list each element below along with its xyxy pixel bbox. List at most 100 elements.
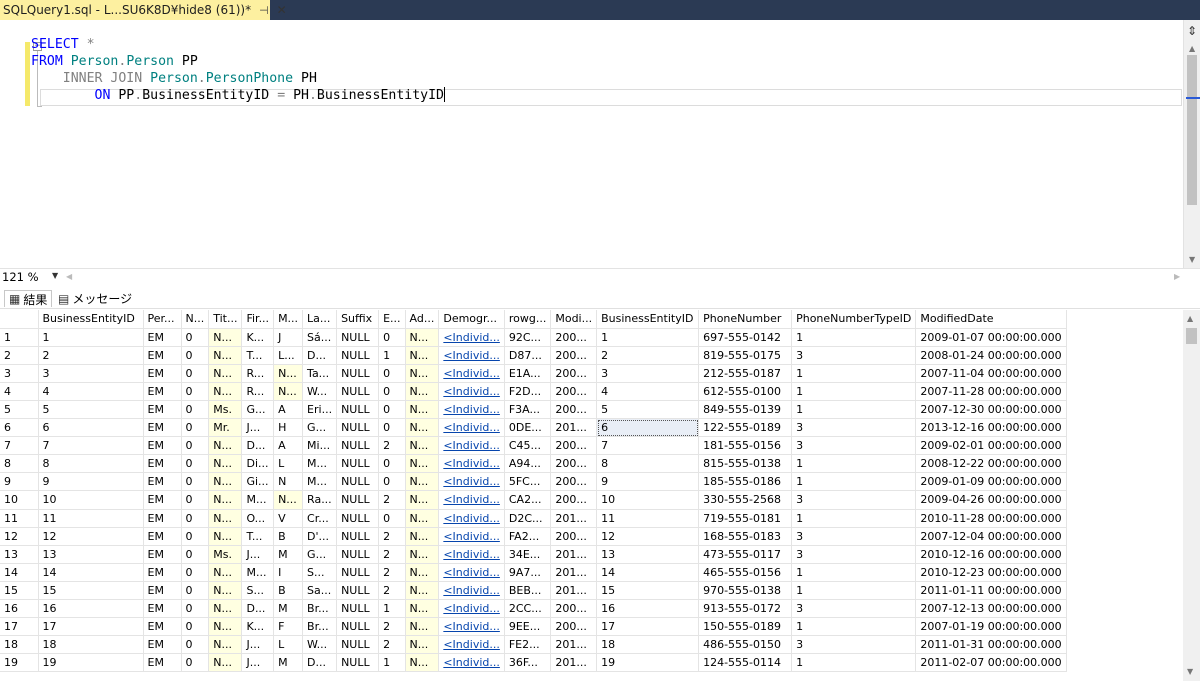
table-cell[interactable]: 200... [550, 599, 598, 619]
editor-scroll-thumb[interactable] [1187, 55, 1197, 205]
table-cell[interactable]: 15 [38, 581, 144, 601]
table-cell[interactable]: A94... [504, 454, 552, 474]
table-cell[interactable]: Cr... [302, 509, 338, 528]
table-cell[interactable]: B [273, 581, 304, 601]
table-cell[interactable]: 168-555-0183 [698, 527, 793, 546]
column-header[interactable]: PhoneNumberTypeID [791, 310, 917, 329]
scroll-up-icon[interactable]: ▲ [1187, 314, 1193, 323]
table-cell[interactable]: 2007-12-30 00:00:00.000 [915, 400, 1067, 420]
table-cell[interactable]: 815-555-0138 [698, 454, 793, 474]
table-cell[interactable]: 0 [181, 400, 210, 420]
table-cell[interactable]: 719-555-0181 [698, 509, 793, 528]
table-cell[interactable]: 2 [378, 436, 406, 456]
table-cell[interactable]: 0 [181, 599, 210, 619]
table-cell[interactable]: N... [273, 490, 304, 510]
table-cell[interactable]: 201... [550, 545, 598, 564]
table-cell[interactable]: 3 [38, 364, 144, 383]
code-line[interactable]: INNER JOIN Person.PersonPhone PH [31, 70, 445, 87]
table-cell[interactable]: J [273, 328, 304, 347]
table-cell[interactable]: Mr. [208, 418, 243, 438]
table-cell[interactable]: 201... [550, 581, 598, 601]
document-tab[interactable]: SQLQuery1.sql - L...SU6K8D¥hide8 (61))* … [0, 0, 287, 20]
row-number[interactable]: 7 [0, 436, 39, 456]
table-row[interactable]: 10 10 EM 0 N... M... N... Ra... NULL 2 N... <Indivi… [0, 490, 1067, 510]
table-cell[interactable]: 18 [596, 635, 700, 655]
table-cell[interactable]: D... [241, 599, 275, 619]
table-cell[interactable]: 6 [596, 418, 700, 438]
table-cell[interactable]: N... [405, 653, 440, 673]
table-cell[interactable]: 185-555-0186 [698, 472, 793, 492]
table-row[interactable]: 16 16 EM 0 N... D... M Br... NULL 1 N... <Individ..… [0, 599, 1067, 619]
table-cell[interactable]: <Individ... [438, 545, 505, 564]
table-cell[interactable]: 2010-11-28 00:00:00.000 [915, 509, 1067, 528]
table-cell[interactable]: 0 [378, 472, 406, 492]
table-cell[interactable]: M [273, 545, 304, 564]
table-cell[interactable]: 0 [181, 472, 210, 492]
table-cell[interactable]: R... [241, 364, 275, 383]
table-cell[interactable]: 9A7... [504, 563, 552, 582]
table-cell[interactable]: N... [405, 509, 440, 528]
table-cell[interactable]: 2013-12-16 00:00:00.000 [915, 418, 1067, 438]
table-cell[interactable]: 0 [181, 653, 210, 673]
table-cell[interactable]: 0 [181, 581, 210, 601]
table-cell[interactable]: BEB... [504, 581, 552, 601]
table-cell[interactable]: N... [405, 563, 440, 582]
table-cell[interactable]: 2009-01-07 00:00:00.000 [915, 328, 1067, 347]
close-icon[interactable]: ✕ [277, 3, 287, 17]
table-cell[interactable]: <Individ... [438, 364, 505, 383]
table-cell[interactable]: 200... [550, 454, 598, 474]
code-line[interactable]: FROM Person.Person PP [31, 53, 445, 70]
table-row[interactable]: 19 19 EM 0 N... J... M D... NULL 1 N... <Individ...… [0, 653, 1067, 673]
table-cell[interactable]: 0 [181, 545, 210, 564]
table-cell[interactable]: 3 [791, 527, 917, 546]
table-row[interactable]: 3 3 EM 0 N... R... N... Ta... NULL 0 N... <Individ.… [0, 364, 1067, 383]
table-cell[interactable]: 0 [181, 509, 210, 528]
table-row[interactable]: 1 1 EM 0 N... K... J Sá... NULL 0 N... <Individ... 9… [0, 328, 1067, 347]
column-header[interactable]: BusinessEntityID [596, 310, 700, 329]
table-cell[interactable]: 0 [378, 328, 406, 347]
table-cell[interactable]: Gi... [241, 472, 275, 492]
row-number[interactable]: 11 [0, 509, 39, 528]
table-cell[interactable]: Eri... [302, 400, 338, 420]
table-cell[interactable]: D2C... [504, 509, 552, 528]
table-cell[interactable]: 0 [378, 364, 406, 383]
table-cell[interactable]: <Individ... [438, 509, 505, 528]
table-cell[interactable]: 201... [550, 635, 598, 655]
table-cell[interactable]: NULL [336, 563, 380, 582]
table-cell[interactable]: 1 [791, 328, 917, 347]
column-header[interactable]: Per... [143, 310, 182, 329]
table-cell[interactable]: FA2... [504, 527, 552, 546]
table-cell[interactable]: 1 [378, 599, 406, 619]
table-cell[interactable]: NULL [336, 364, 380, 383]
table-cell[interactable]: 200... [550, 400, 598, 420]
table-cell[interactable]: W... [302, 635, 338, 655]
table-cell[interactable]: N... [208, 490, 243, 510]
table-cell[interactable]: N... [208, 472, 243, 492]
table-cell[interactable]: K... [241, 328, 275, 347]
table-cell[interactable]: <Individ... [438, 635, 505, 655]
table-cell[interactable]: 16 [596, 599, 700, 619]
table-cell[interactable]: 17 [596, 617, 700, 637]
row-number[interactable]: 3 [0, 364, 39, 383]
column-header[interactable]: M... [273, 310, 304, 329]
table-cell[interactable]: Ms. [208, 400, 243, 420]
table-cell[interactable]: 0 [181, 364, 210, 383]
table-cell[interactable]: 201... [550, 653, 598, 673]
scroll-down-icon[interactable]: ▼ [1187, 667, 1193, 676]
table-cell[interactable]: 0 [378, 418, 406, 438]
table-cell[interactable]: H [273, 418, 304, 438]
table-cell[interactable]: 2009-01-09 00:00:00.000 [915, 472, 1067, 492]
table-cell[interactable]: N... [405, 472, 440, 492]
table-row[interactable]: 18 18 EM 0 N... J... L W... NULL 2 N... <Individ...… [0, 635, 1067, 655]
table-cell[interactable]: Sá... [302, 328, 338, 347]
table-cell[interactable]: 0 [181, 490, 210, 510]
grid-scroll-thumb[interactable] [1186, 328, 1197, 344]
table-cell[interactable]: 8 [596, 454, 700, 474]
table-cell[interactable]: 3 [791, 635, 917, 655]
table-cell[interactable]: <Individ... [438, 581, 505, 601]
table-cell[interactable]: N... [405, 454, 440, 474]
table-cell[interactable]: 19 [596, 653, 700, 673]
table-cell[interactable]: 2007-12-13 00:00:00.000 [915, 599, 1067, 619]
column-header[interactable]: Suffix [336, 310, 380, 329]
table-row[interactable]: 8 8 EM 0 N... Di... L M... NULL 0 N... <Individ... A… [0, 454, 1067, 474]
